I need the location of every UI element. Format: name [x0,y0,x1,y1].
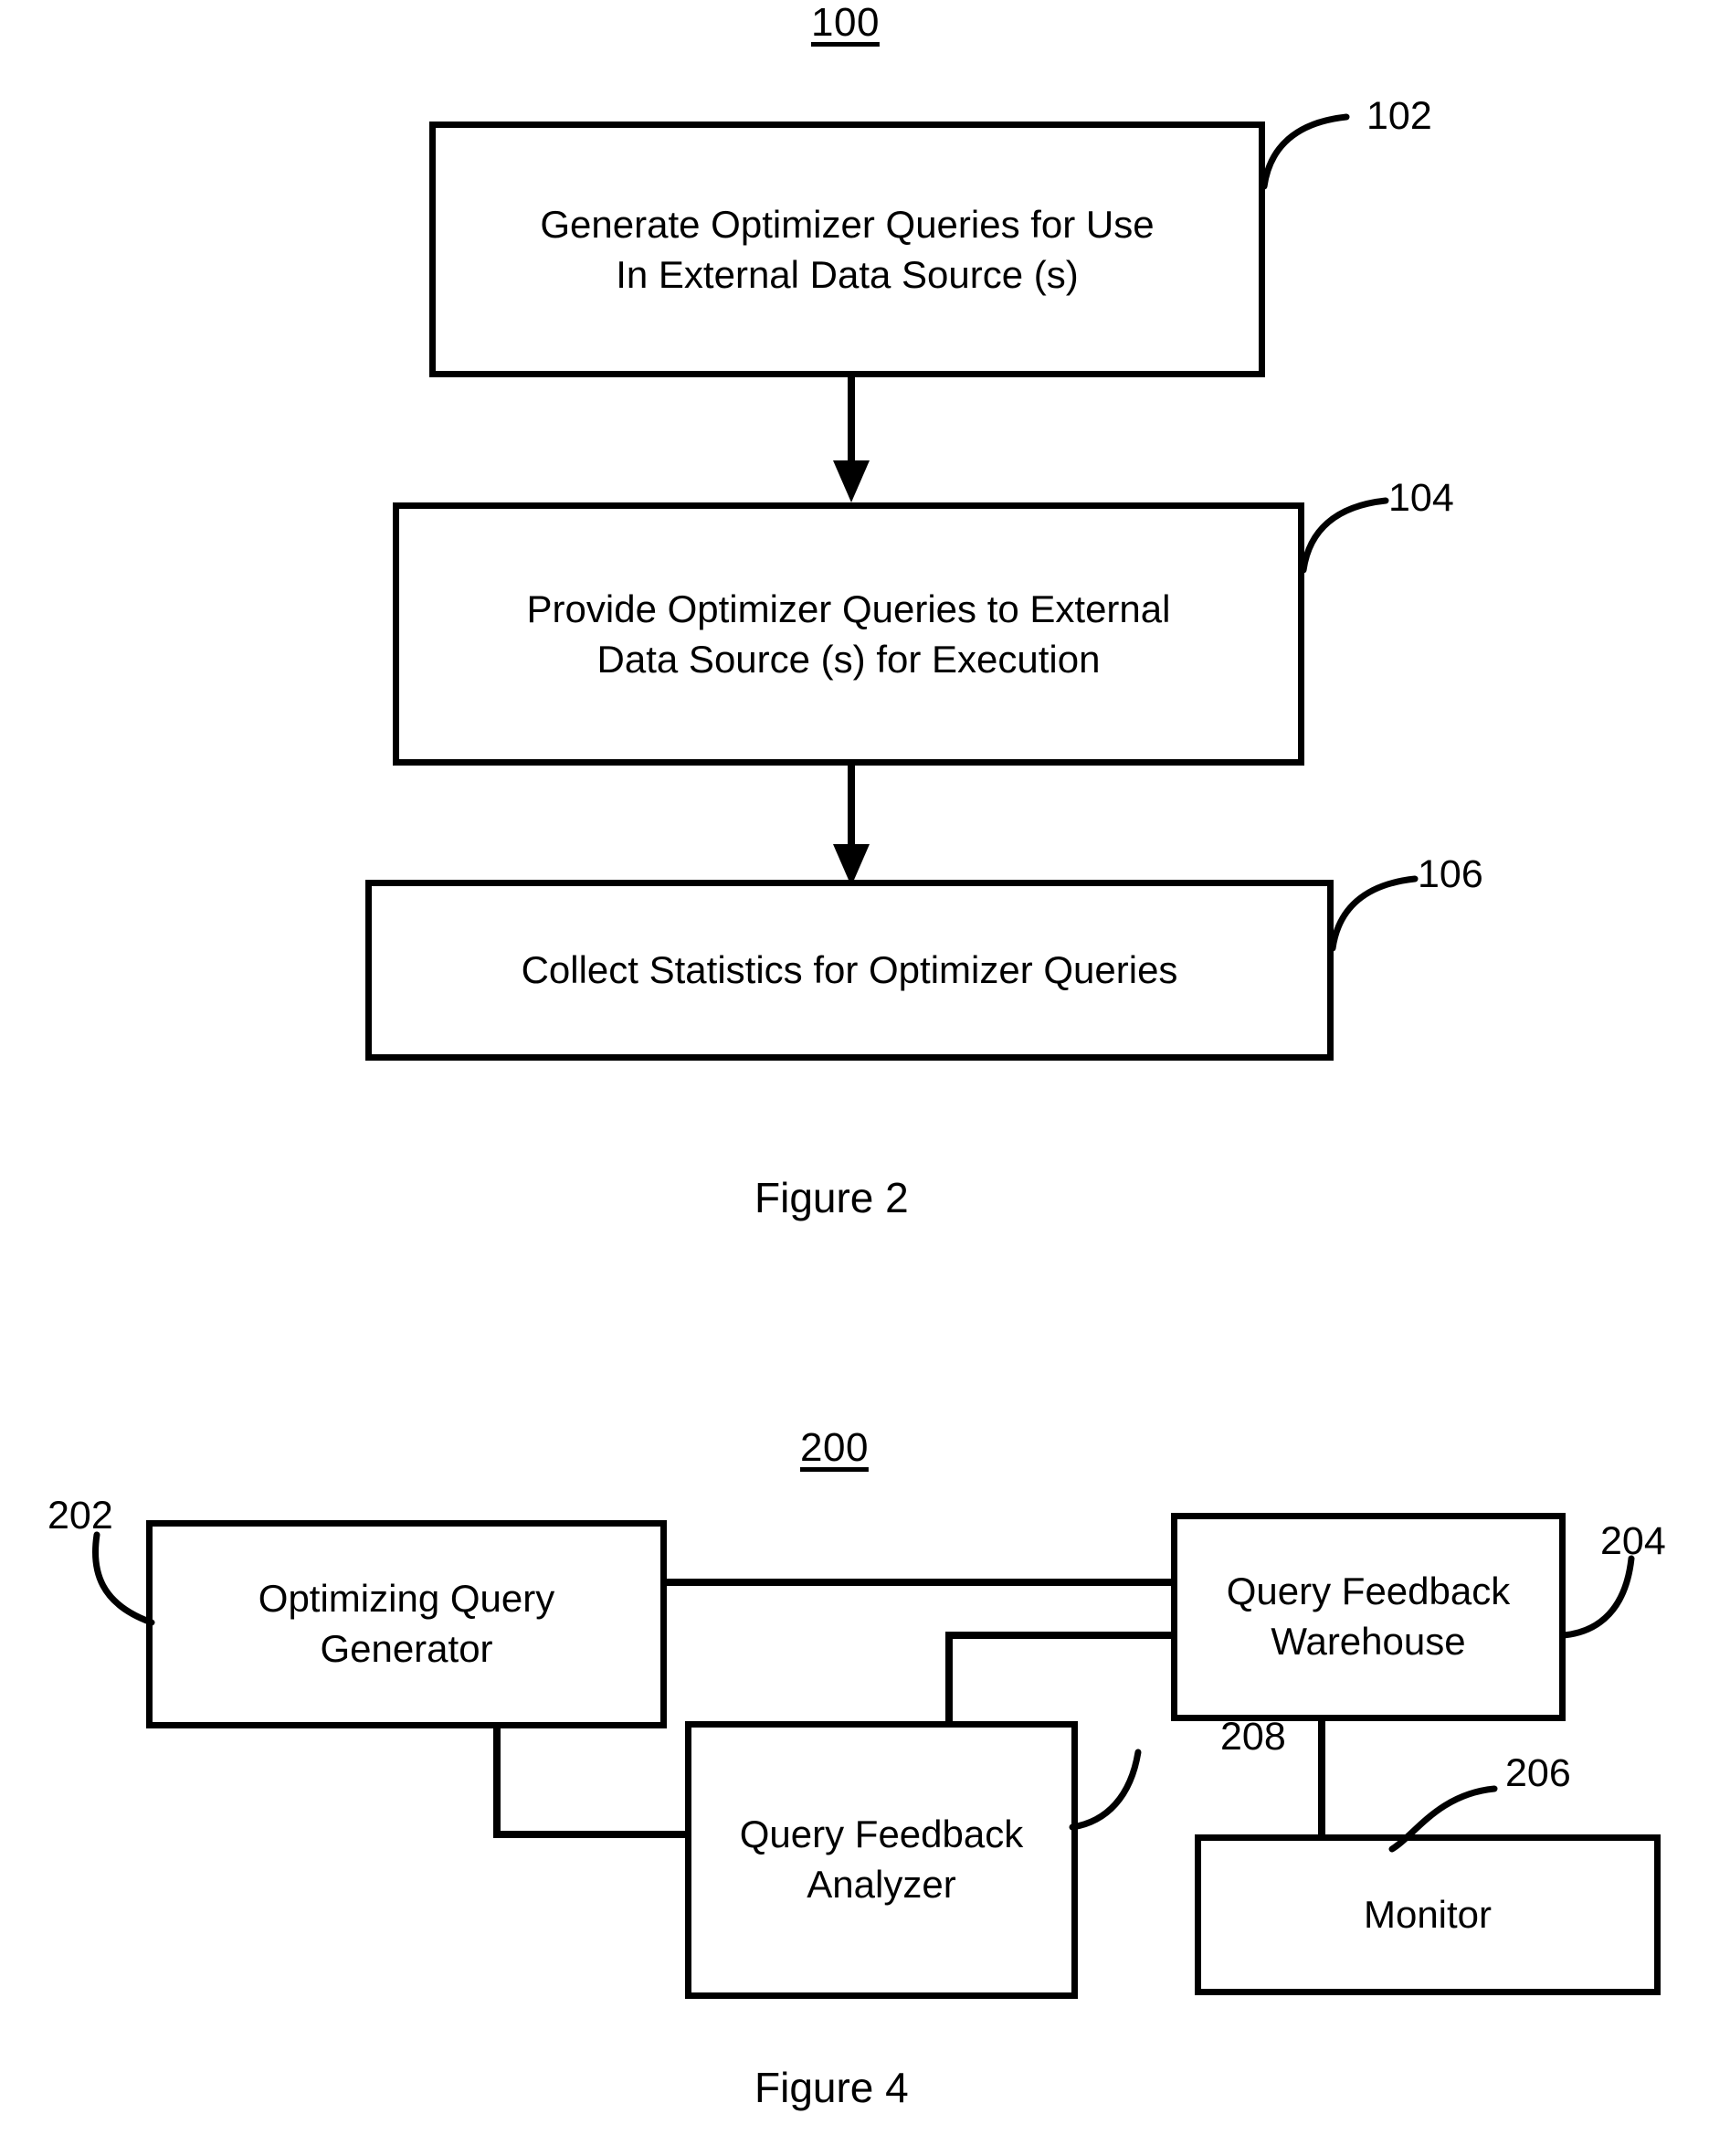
connector-202-to-208-vertical [493,1721,501,1838]
leader-line-102 [1259,91,1377,192]
process-box-106: Collect Statistics for Optimizer Queries [365,880,1334,1061]
leader-line-206 [1387,1770,1514,1862]
flow-arrow-104-to-106 [833,766,870,886]
component-box-208-label: Query Feedback Analyzer [739,1813,1024,1906]
process-box-104: Provide Optimizer Queries to External Da… [393,502,1304,766]
connector-204-to-208-horizontal [945,1632,1178,1639]
flow-arrow-102-to-104 [833,377,870,502]
leader-line-106 [1327,853,1446,954]
leader-line-202 [88,1531,170,1641]
component-box-202: Optimizing Query Generator [146,1520,667,1728]
reference-numeral-206: 206 [1505,1751,1571,1795]
patent-drawing-sheet: 100 Generate Optimizer Queries for Use I… [0,0,1730,2156]
connector-204-to-208-vertical [945,1632,953,1723]
reference-numeral-202: 202 [47,1494,113,1538]
connector-204-to-206 [1318,1717,1325,1838]
component-box-208: Query Feedback Analyzer [685,1721,1078,1999]
figure4-diagram-number: 200 [800,1425,869,1470]
process-box-104-label: Provide Optimizer Queries to External Da… [526,587,1171,681]
figure2-caption: Figure 2 [754,1174,909,1221]
connector-202-to-208-horizontal [493,1831,692,1838]
process-box-106-label: Collect Statistics for Optimizer Queries [521,948,1178,992]
process-box-102-label: Generate Optimizer Queries for Use In Ex… [540,202,1155,296]
leader-line-104 [1298,475,1417,576]
leader-line-208 [1067,1739,1167,1840]
component-box-204: Query Feedback Warehouse [1171,1513,1566,1721]
reference-numeral-208: 208 [1220,1715,1286,1759]
figure2-diagram-number: 100 [811,0,880,45]
figure4-caption: Figure 4 [754,2064,909,2111]
component-box-204-label: Query Feedback Warehouse [1226,1569,1511,1663]
leader-line-204 [1558,1548,1659,1648]
component-box-202-label: Optimizing Query Generator [258,1577,555,1670]
process-box-102: Generate Optimizer Queries for Use In Ex… [429,122,1265,377]
connector-202-to-204 [661,1579,1178,1586]
component-box-206-label: Monitor [1363,1892,1493,1936]
